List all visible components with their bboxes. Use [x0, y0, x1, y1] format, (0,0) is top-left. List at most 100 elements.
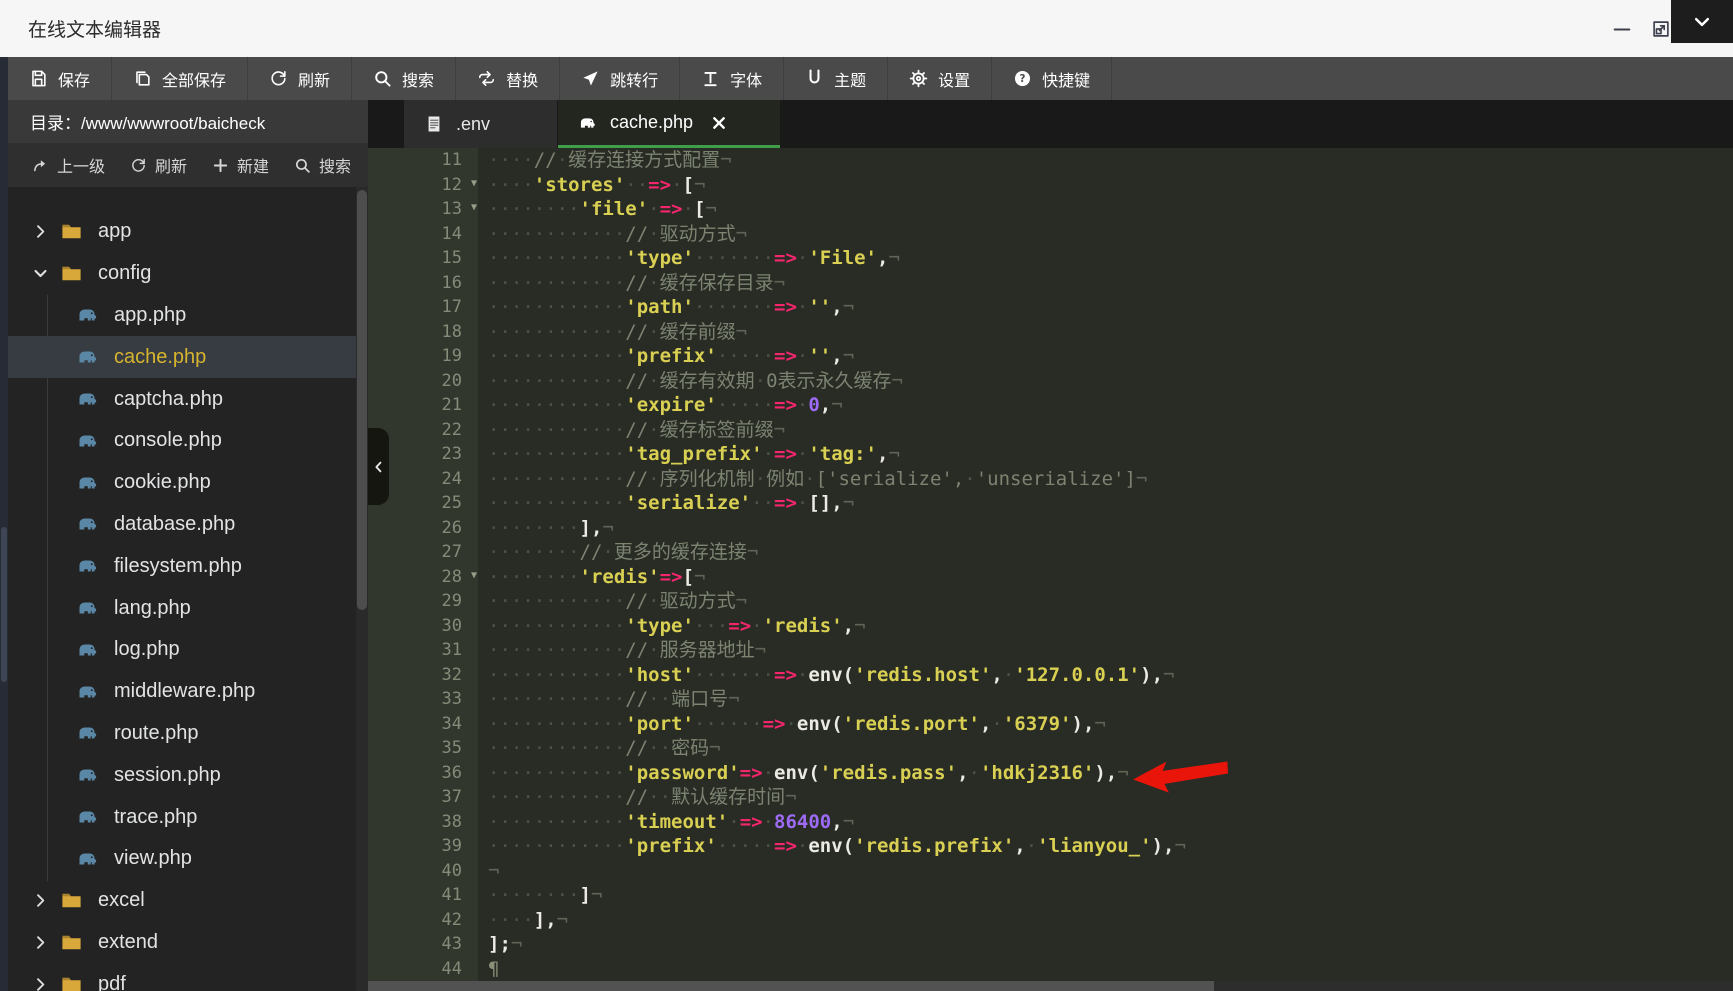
code-line-content: ············//·缓存有效期·0表示永久缓存¬ [478, 369, 903, 394]
tree-item-filesystem-php[interactable]: filesystem.php [8, 545, 368, 587]
chevron-down-icon[interactable] [32, 265, 49, 282]
tree-item-view-php[interactable]: view.php [8, 838, 368, 880]
tree-item-label: database.php [114, 513, 235, 536]
tree-item-app-php[interactable]: app.php [8, 295, 368, 337]
tree-item-trace-php[interactable]: trace.php [8, 796, 368, 838]
tree-action-search[interactable]: 搜索 [294, 153, 351, 177]
code-line-content: ····//·缓存连接方式配置¬ [478, 148, 732, 173]
tree-item-pdf[interactable]: pdf [8, 963, 368, 991]
code-line: 29············//·驱动方式¬ [368, 589, 1733, 614]
tree-item-label: cache.php [114, 346, 206, 369]
tree-item-excel[interactable]: excel [8, 880, 368, 922]
tree-item-cache-php[interactable]: cache.php [8, 336, 368, 378]
toolbar-button-theme[interactable]: 主题 [784, 57, 888, 100]
tree-action-label: 搜索 [319, 153, 351, 177]
line-number: 31 [368, 638, 478, 663]
toolbar-button-label: 全部保存 [162, 67, 226, 91]
tree-item-lang-php[interactable]: lang.php [8, 587, 368, 629]
toolbar-button-save-all[interactable]: 全部保存 [112, 57, 248, 100]
tree-action-up-level[interactable]: 上一级 [32, 153, 105, 177]
chevron-right-icon[interactable] [32, 892, 49, 909]
code-line: 25············'serialize'··=>·[],¬ [368, 491, 1733, 516]
goto-line-icon [581, 69, 600, 88]
code-line: 27········//·更多的缓存连接¬ [368, 540, 1733, 565]
code-line: 17············'path'·······=>·'',¬ [368, 295, 1733, 320]
toolbar-button-font[interactable]: 字体 [680, 57, 784, 100]
tree-item-middleware-php[interactable]: middleware.php [8, 671, 368, 713]
chevron-right-icon[interactable] [32, 976, 49, 991]
theme-icon [805, 69, 824, 88]
tree-item-database-php[interactable]: database.php [8, 504, 368, 546]
line-number: 28▼ [368, 565, 478, 590]
tree-item-label: trace.php [114, 806, 197, 829]
tree-item-label: view.php [114, 847, 192, 870]
tree-item-cookie-php[interactable]: cookie.php [8, 462, 368, 504]
titlebar: 在线文本编辑器 [0, 0, 1733, 58]
tree-item-app[interactable]: app [8, 211, 368, 253]
tree-item-label: route.php [114, 722, 199, 745]
code-line-content: ············//·驱动方式¬ [478, 589, 747, 614]
tree-item-session-php[interactable]: session.php [8, 754, 368, 796]
php-icon [76, 429, 100, 453]
chevron-right-icon[interactable] [32, 934, 49, 951]
editor-tabbar: .env cache.php [368, 100, 1733, 148]
code-line-content: ············'port'······=>·env('redis.po… [478, 712, 1106, 737]
close-icon[interactable] [711, 115, 727, 131]
online-text-editor-window: 在线文本编辑器 保存全部保存刷新搜索替换跳转行字体主题设置?快捷键 目录：/ww… [0, 0, 1733, 991]
toolbar-button-settings[interactable]: 设置 [888, 57, 992, 100]
fold-toggle-icon[interactable]: ▼ [471, 569, 477, 583]
tree-item-config[interactable]: config [8, 253, 368, 295]
code-editor[interactable]: 11····//·缓存连接方式配置¬12▼····'stores'··=>·[¬… [368, 148, 1733, 981]
code-line: 23············'tag_prefix'·=>·'tag:',¬ [368, 442, 1733, 467]
line-number: 26 [368, 516, 478, 541]
tree-item-route-php[interactable]: route.php [8, 713, 368, 755]
code-line: 16············//·缓存保存目录¬ [368, 271, 1733, 296]
line-number: 11 [368, 148, 478, 173]
toolbar-collapse-button[interactable] [1671, 0, 1733, 43]
code-line-content: ············//·序列化机制·例如·['serialize',·'u… [478, 467, 1147, 492]
tree-item-label: captcha.php [114, 388, 223, 411]
tab-env[interactable]: .env [404, 100, 557, 148]
code-line: 39············'prefix'·····=>·env('redis… [368, 834, 1733, 859]
code-line: 18············//·缓存前缀¬ [368, 320, 1733, 345]
line-number: 18 [368, 320, 478, 345]
toolbar-button-hotkeys[interactable]: ?快捷键 [992, 57, 1112, 100]
toolbar-button-label: 主题 [834, 67, 866, 91]
tree-action-new-file[interactable]: 新建 [212, 153, 269, 177]
tree-item-console-php[interactable]: console.php [8, 420, 368, 462]
tree-scrollbar-thumb[interactable] [357, 190, 367, 610]
tab-label: cache.php [610, 112, 693, 133]
save-all-icon [133, 69, 152, 88]
tree-item-log-php[interactable]: log.php [8, 629, 368, 671]
fold-toggle-icon[interactable]: ▼ [471, 177, 477, 191]
toolbar-button-label: 刷新 [298, 67, 330, 91]
tree-item-label: extend [98, 931, 158, 954]
chevron-right-icon[interactable] [32, 223, 49, 240]
toolbar-button-refresh[interactable]: 刷新 [248, 57, 352, 100]
php-icon [76, 471, 100, 495]
window-minimize-icon[interactable] [1611, 18, 1633, 40]
code-line-content: ········],¬ [478, 516, 614, 541]
folder-icon [60, 931, 83, 954]
page-edge-scrollbar [0, 57, 8, 991]
tree-item-captcha-php[interactable]: captcha.php [8, 378, 368, 420]
page-edge-scrollbar-thumb[interactable] [1, 527, 7, 682]
tab-label: .env [456, 114, 490, 135]
editor-hscroll-thumb[interactable] [368, 981, 1214, 991]
window-maximize-icon[interactable] [1650, 18, 1672, 40]
tree-item-extend[interactable]: extend [8, 922, 368, 964]
toolbar-button-search[interactable]: 搜索 [352, 57, 456, 100]
line-number: 15 [368, 246, 478, 271]
line-number: 36 [368, 761, 478, 786]
tree-action-refresh[interactable]: 刷新 [130, 153, 187, 177]
toolbar-button-replace[interactable]: 替换 [456, 57, 560, 100]
toolbar-button-save[interactable]: 保存 [8, 57, 112, 100]
line-number: 20 [368, 369, 478, 394]
code-line: 37············//··默认缓存时间¬ [368, 785, 1733, 810]
fold-toggle-icon[interactable]: ▼ [471, 201, 477, 215]
sidebar-collapse-handle[interactable] [368, 428, 389, 505]
code-line-content: ············'prefix'·····=>·env('redis.p… [478, 834, 1186, 859]
directory-path: 目录：/www/wwwroot/baicheck [30, 109, 265, 134]
toolbar-button-goto-line[interactable]: 跳转行 [560, 57, 680, 100]
tab-cache-php[interactable]: cache.php [558, 100, 780, 148]
